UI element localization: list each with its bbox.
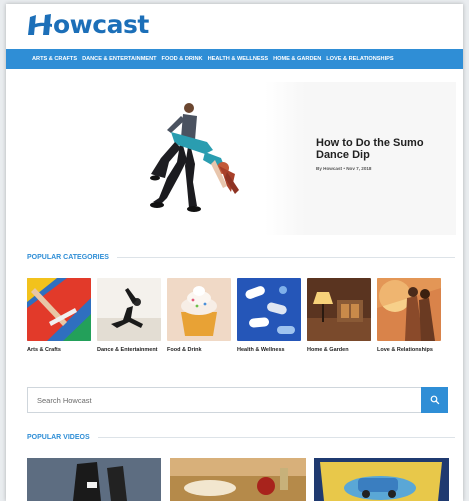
nav-item-arts-crafts[interactable]: ARTS & CRAFTS xyxy=(32,56,77,62)
popular-categories-heading: POPULAR CATEGORIES xyxy=(27,254,109,261)
category-thumb xyxy=(97,278,161,341)
category-label: Home & Garden xyxy=(307,347,349,353)
dancers-image xyxy=(150,103,239,212)
popular-videos-header: POPULAR VIDEOS xyxy=(27,434,455,441)
search-input[interactable] xyxy=(28,388,421,412)
hero-title[interactable]: How to Do the Sumo Dance Dip xyxy=(316,137,456,161)
hero-gradient xyxy=(265,82,305,235)
category-thumb xyxy=(377,278,441,341)
category-card-health-wellness[interactable]: Health & Wellness xyxy=(237,278,301,354)
category-thumb xyxy=(237,278,301,341)
video-thumb-2[interactable] xyxy=(170,458,306,501)
category-card-home-garden[interactable]: Home & Garden xyxy=(307,278,371,354)
video-thumb-1[interactable] xyxy=(27,458,161,501)
search-icon xyxy=(430,395,439,405)
search-bar xyxy=(27,387,448,413)
category-card-arts-crafts[interactable]: Arts & Crafts xyxy=(27,278,91,354)
popular-videos-heading: POPULAR VIDEOS xyxy=(27,434,90,441)
category-card-love-relationships[interactable]: Love & Relationships xyxy=(377,278,441,354)
howcast-page: owcast ARTS & CRAFTS DANCE & ENTERTAINME… xyxy=(6,4,463,501)
category-label: Health & Wellness xyxy=(237,347,285,353)
category-thumb xyxy=(307,278,371,341)
nav-item-health-wellness[interactable]: HEALTH & WELLNESS xyxy=(208,56,269,62)
logo-wordmark: owcast xyxy=(53,10,149,39)
nav-item-dance-entertainment[interactable]: DANCE & ENTERTAINMENT xyxy=(82,56,156,62)
featured-video-hero[interactable]: How to Do the Sumo Dance Dip By Howcast … xyxy=(26,82,456,235)
search-button[interactable] xyxy=(421,387,448,413)
howcast-logo[interactable]: owcast xyxy=(28,10,149,39)
section-divider xyxy=(97,437,455,438)
hero-meta: By Howcast • Nov 7, 2018 xyxy=(316,166,372,171)
category-thumb xyxy=(27,278,91,341)
video-thumb-3[interactable] xyxy=(314,458,449,501)
howcast-h-icon xyxy=(28,13,52,35)
category-card-food-drink[interactable]: Food & Drink xyxy=(167,278,231,354)
popular-categories-header: POPULAR CATEGORIES xyxy=(27,254,455,261)
nav-item-home-garden[interactable]: HOME & GARDEN xyxy=(273,56,321,62)
category-label: Arts & Crafts xyxy=(27,347,61,353)
category-card-dance-entertainment[interactable]: Dance & Entertainment xyxy=(97,278,161,354)
section-divider xyxy=(116,257,455,258)
category-nav-bar: ARTS & CRAFTS DANCE & ENTERTAINMENT FOOD… xyxy=(6,49,463,69)
category-label: Love & Relationships xyxy=(377,347,433,353)
nav-item-love-relationships[interactable]: LOVE & RELATIONSHIPS xyxy=(326,56,393,62)
category-label: Food & Drink xyxy=(167,347,202,353)
nav-item-food-drink[interactable]: FOOD & DRINK xyxy=(162,56,203,62)
category-thumb xyxy=(167,278,231,341)
category-label: Dance & Entertainment xyxy=(97,347,158,353)
